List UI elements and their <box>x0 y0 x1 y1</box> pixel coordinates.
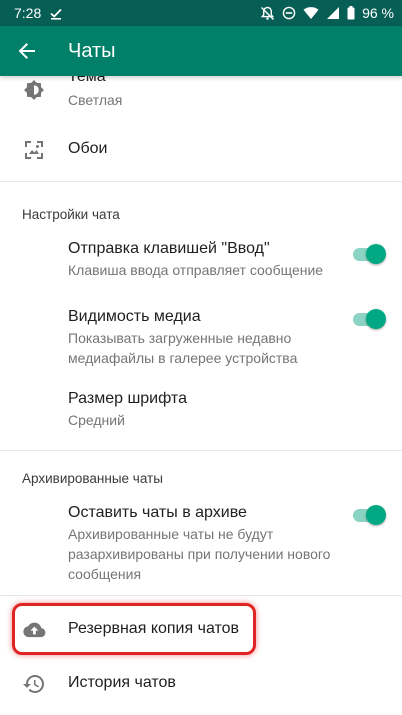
chat-settings-header: Настройки чата <box>22 207 120 222</box>
wallpaper-icon <box>22 138 46 162</box>
enter-send-label: Отправка клавишей "Ввод" <box>68 240 270 257</box>
divider <box>0 595 402 596</box>
history-label: История чатов <box>68 674 176 691</box>
keep-archived-toggle[interactable] <box>350 505 386 525</box>
history-icon <box>22 672 46 696</box>
enter-send-setting[interactable]: Отправка клавишей "Ввод" Клавиша ввода о… <box>0 232 402 284</box>
page-title: Чаты <box>68 39 116 62</box>
app-bar: Чаты <box>0 26 402 76</box>
wifi-icon <box>303 6 319 20</box>
divider <box>0 450 402 451</box>
divider <box>0 181 402 182</box>
enter-send-sub: Клавиша ввода отправляет сообщение <box>68 262 324 278</box>
media-visibility-label: Видимость медиа <box>68 308 201 325</box>
theme-label: Тема <box>68 76 106 85</box>
battery-level: 96 % <box>362 5 394 21</box>
arrow-back-icon <box>18 43 35 59</box>
status-left: 7:28 <box>14 5 63 21</box>
media-visibility-toggle[interactable] <box>350 309 386 329</box>
status-right: 96 % <box>260 5 394 21</box>
archived-header: Архивированные чаты <box>22 471 163 486</box>
keep-archived-setting[interactable]: Оставить чаты в архиве Архивированные ча… <box>0 496 402 582</box>
enter-send-toggle[interactable] <box>350 244 386 264</box>
status-bar: 7:28 96 % <box>0 0 402 26</box>
theme-value: Светлая <box>68 92 123 108</box>
notifications-off-icon <box>260 6 275 21</box>
font-size-value: Средний <box>68 412 125 428</box>
signal-icon <box>326 6 340 20</box>
font-size-setting[interactable]: Размер шрифта Средний <box>0 382 402 434</box>
keep-archived-sub: Архивированные чаты не будут разархивиро… <box>68 526 331 582</box>
brightness-icon <box>22 78 46 102</box>
back-button[interactable] <box>0 26 54 76</box>
media-visibility-setting[interactable]: Видимость медиа Показывать загруженные н… <box>0 300 402 366</box>
media-visibility-sub: Показывать загруженные недавно медиафайл… <box>68 330 298 366</box>
status-time: 7:28 <box>14 5 42 21</box>
theme-setting[interactable]: Тема Светлая <box>0 76 402 122</box>
highlight-annotation <box>12 603 256 655</box>
download-done-icon <box>49 6 63 20</box>
wallpaper-label: Обои <box>68 140 108 157</box>
history-setting[interactable]: История чатов <box>0 660 402 708</box>
battery-icon <box>347 6 355 20</box>
settings-list: Тема Светлая Обои Настройки чата Отправк… <box>0 76 402 715</box>
do-not-disturb-icon <box>282 6 296 20</box>
font-size-label: Размер шрифта <box>68 390 187 407</box>
wallpaper-setting[interactable]: Обои <box>0 122 402 174</box>
keep-archived-label: Оставить чаты в архиве <box>68 504 247 521</box>
